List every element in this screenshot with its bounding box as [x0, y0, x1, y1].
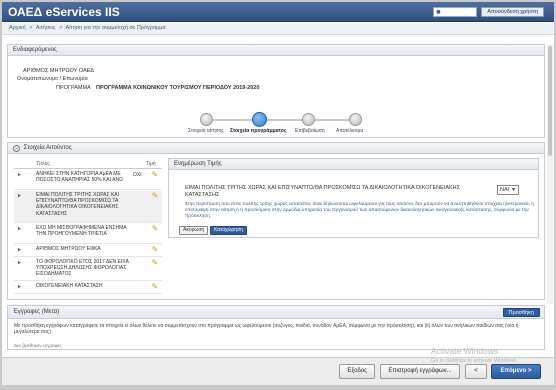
col-value: Τιμή	[146, 161, 156, 167]
app-window: ΟΑΕΔ eServices IIS ■ Αποσύνδεση χρήστη Α…	[2, 2, 554, 385]
edit-pencil-icon[interactable]: ✎	[150, 170, 160, 179]
name-label: Ονοματεπώνυμο / Επωνυμία	[17, 76, 88, 82]
next-button[interactable]: Επόμενο >	[491, 364, 541, 379]
table-row[interactable]: ► ΑΝΗΚΕΙ ΣΤΗΝ ΚΑΤΗΓΟΡΙΑ ΑμΕΑ ΜΕ ΠΟΣΟΣΤΟ …	[14, 170, 162, 190]
row-marker-icon: ►	[17, 193, 22, 199]
logout-button[interactable]: Αποσύνδεση χρήστη	[481, 7, 544, 17]
row-title: ΟΙΚΟΓΕΝΕΙΑΚΗ ΚΑΤΑΣΤΑΣΗ	[36, 283, 103, 289]
wizard-step-4[interactable]	[349, 113, 362, 126]
row-marker-icon: ►	[17, 226, 22, 232]
insured-table-header: Τίτλος Τιμή	[14, 159, 162, 169]
edit-pencil-icon[interactable]: ✎	[150, 245, 160, 254]
afm-label: ΑΡΙΘΜΟΣ ΜΗΤΡΩΟΥ ΟΑΕΔ	[23, 68, 95, 74]
wizard-step-3[interactable]	[302, 113, 315, 126]
save-button[interactable]: Καταχώρηση	[210, 226, 247, 235]
insured-title: Στοιχεία Αιτούντος	[23, 145, 72, 151]
row-marker-icon: ►	[17, 284, 22, 290]
breadcrumb-home[interactable]: Αρχική	[9, 25, 26, 31]
documents-empty: Δεν βρέθηκαν εγγραφές	[14, 343, 62, 348]
windows-activation-watermark: Activate Windows Go to Settings to activ…	[431, 346, 518, 366]
wizard-track	[207, 119, 355, 121]
wizard-label-2: Στοιχεία προγράμματος	[230, 128, 287, 134]
watermark-title: Activate Windows	[431, 346, 499, 356]
documents-header: Έγγραφες (Μετα) Προσθήκη	[8, 306, 544, 319]
update-value-panel: Ενημέρωση Τιμής ΕΙΜΑΙ ΠΟΛΙΤΗΣ ΤΡΙΤΗΣ ΧΩΡ…	[168, 158, 539, 238]
stakeholder-title: Ενδιαφερόμενος	[8, 45, 544, 56]
wizard-label-1: Στοιχεία αίτησης	[188, 128, 224, 134]
update-info-text: Στην περίπτωση που είστε πολίτης τρίτης …	[185, 202, 534, 219]
documents-panel: Έγγραφες (Μετα) Προσθήκη Με προσθήκη εγγ…	[7, 305, 545, 350]
table-row[interactable]: ► ΤΟ ΦΟΡΟΛΟΓΙΚΟ ΕΤΟΣ 2017 ΔΕΝ ΕΙΧΑ ΥΠΟΧΡ…	[14, 258, 162, 281]
scrollbar-thumb[interactable]	[548, 46, 552, 156]
user-area: ■ Αποσύνδεση χρήστη	[433, 7, 544, 17]
update-panel-title: Ενημέρωση Τιμής	[169, 159, 538, 170]
row-value: ΟΧΙ	[133, 172, 142, 178]
breadcrumb-separator: >	[59, 25, 63, 31]
insured-panel-header[interactable]: ⌄ Στοιχεία Αιτούντος	[8, 143, 544, 154]
edit-pencil-icon[interactable]: ✎	[150, 282, 160, 291]
documents-description: Με προσθήκη εγγράφων καταγράφετε τα στοι…	[14, 323, 519, 336]
row-title: ΕΙΜΑΙ ΠΟΛΙΤΗΣ ΤΡΙΤΗΣ ΧΩΡΑΣ ΚΑΙ ΕΠΙΣΥΝΑΠΤ…	[36, 192, 120, 217]
collapse-icon[interactable]: ⌄	[13, 145, 20, 152]
row-marker-icon: ►	[17, 172, 22, 178]
table-row[interactable]: ► ΕΙΜΑΙ ΠΟΛΙΤΗΣ ΤΡΙΤΗΣ ΧΩΡΑΣ ΚΑΙ ΕΠΙΣΥΝΑ…	[14, 191, 162, 223]
stakeholder-panel: Ενδιαφερόμενος	[7, 44, 545, 138]
table-row[interactable]: ► ΟΙΚΟΓΕΝΕΙΑΚΗ ΚΑΤΑΣΤΑΣΗ ✎	[14, 282, 162, 294]
table-row[interactable]: ► ΕΧΩ ΜΗ ΜΙΣΘΟΓΡΑΦΗΜΕΝΑ ΕΝΣΗΜΑ ΤΗΝ ΠΡΟΗΓ…	[14, 224, 162, 244]
breadcrumb-separator: >	[29, 25, 33, 31]
user-icon: ■	[436, 9, 441, 16]
wizard-label-4: Αποτέλεσμα	[336, 128, 364, 134]
exit-button[interactable]: Έξοδος	[339, 364, 375, 379]
add-document-button[interactable]: Προσθήκη	[502, 308, 540, 317]
breadcrumb: Αρχική > Αιτήσεις > Αίτηση για την συμμε…	[2, 23, 554, 35]
value-select-text: ΝΑΙ	[500, 187, 510, 193]
table-row[interactable]: ► ΑΡΙΘΜΟΣ ΜΗΤΡΩΟΥ ΕΦΚΑ ✎	[14, 245, 162, 257]
vertical-scrollbar[interactable]	[547, 44, 553, 304]
edit-pencil-icon[interactable]: ✎	[150, 258, 160, 267]
breadcrumb-current: Αίτηση για την συμμετοχή σε Πρόγραμμα	[65, 25, 166, 31]
edit-pencil-icon[interactable]: ✎	[150, 224, 160, 233]
program-label: ΠΡΟΓΡΑΜΜΑ	[56, 85, 91, 91]
watermark-subtitle: Go to Settings to activate Windows.	[431, 358, 518, 364]
wizard-label-3: Επιβεβαίωση	[295, 128, 325, 134]
row-marker-icon: ►	[17, 247, 22, 253]
program-value: ΠΡΟΓΡΑΜΜΑ ΚΟΙΝΩΝΙΚΟΥ ΤΟΥΡΙΣΜΟΥ ΠΕΡΙΟΔΟΥ …	[96, 85, 260, 91]
update-question: ΕΙΜΑΙ ΠΟΛΙΤΗΣ ΤΡΙΤΗΣ ΧΩΡΑΣ ΚΑΙ ΕΠΙΣΥΝΑΠΤ…	[185, 185, 461, 198]
app-title: ΟΑΕΔ eServices IIS	[8, 5, 120, 19]
col-title: Τίτλος	[36, 161, 50, 167]
cancel-button[interactable]: Ακύρωση	[179, 226, 209, 235]
wizard-step-1[interactable]	[200, 113, 213, 126]
wizard-step-2[interactable]	[252, 112, 267, 127]
breadcrumb-applications[interactable]: Αιτήσεις	[36, 25, 56, 31]
row-title: ΤΟ ΦΟΡΟΛΟΓΙΚΟ ΕΤΟΣ 2017 ΔΕΝ ΕΙΧΑ ΥΠΟΧΡΕΩ…	[36, 259, 129, 278]
user-name-box[interactable]: ■	[433, 7, 478, 17]
documents-title: Έγγραφες (Μετα)	[13, 309, 60, 315]
chevron-down-icon: ▼	[511, 187, 516, 193]
row-marker-icon: ►	[17, 260, 22, 266]
previous-button[interactable]: <	[465, 364, 487, 379]
row-title: ΕΧΩ ΜΗ ΜΙΣΘΟΓΡΑΦΗΜΕΝΑ ΕΝΣΗΜΑ ΤΗΝ ΠΡΟΗΓΟΥ…	[36, 225, 127, 238]
edit-pencil-icon[interactable]: ✎	[150, 191, 160, 200]
value-select[interactable]: ΝΑΙ ▼	[497, 185, 519, 195]
row-title: ΑΡΙΘΜΟΣ ΜΗΤΡΩΟΥ ΕΦΚΑ	[36, 246, 101, 252]
app-header: ΟΑΕΔ eServices IIS ■ Αποσύνδεση χρήστη	[2, 2, 554, 22]
back-to-documents-button[interactable]: Επιστροφή εγγράφων...	[380, 364, 460, 379]
row-title: ΑΝΗΚΕΙ ΣΤΗΝ ΚΑΤΗΓΟΡΙΑ ΑμΕΑ ΜΕ ΠΟΣΟΣΤΟ ΑΝ…	[36, 171, 123, 184]
